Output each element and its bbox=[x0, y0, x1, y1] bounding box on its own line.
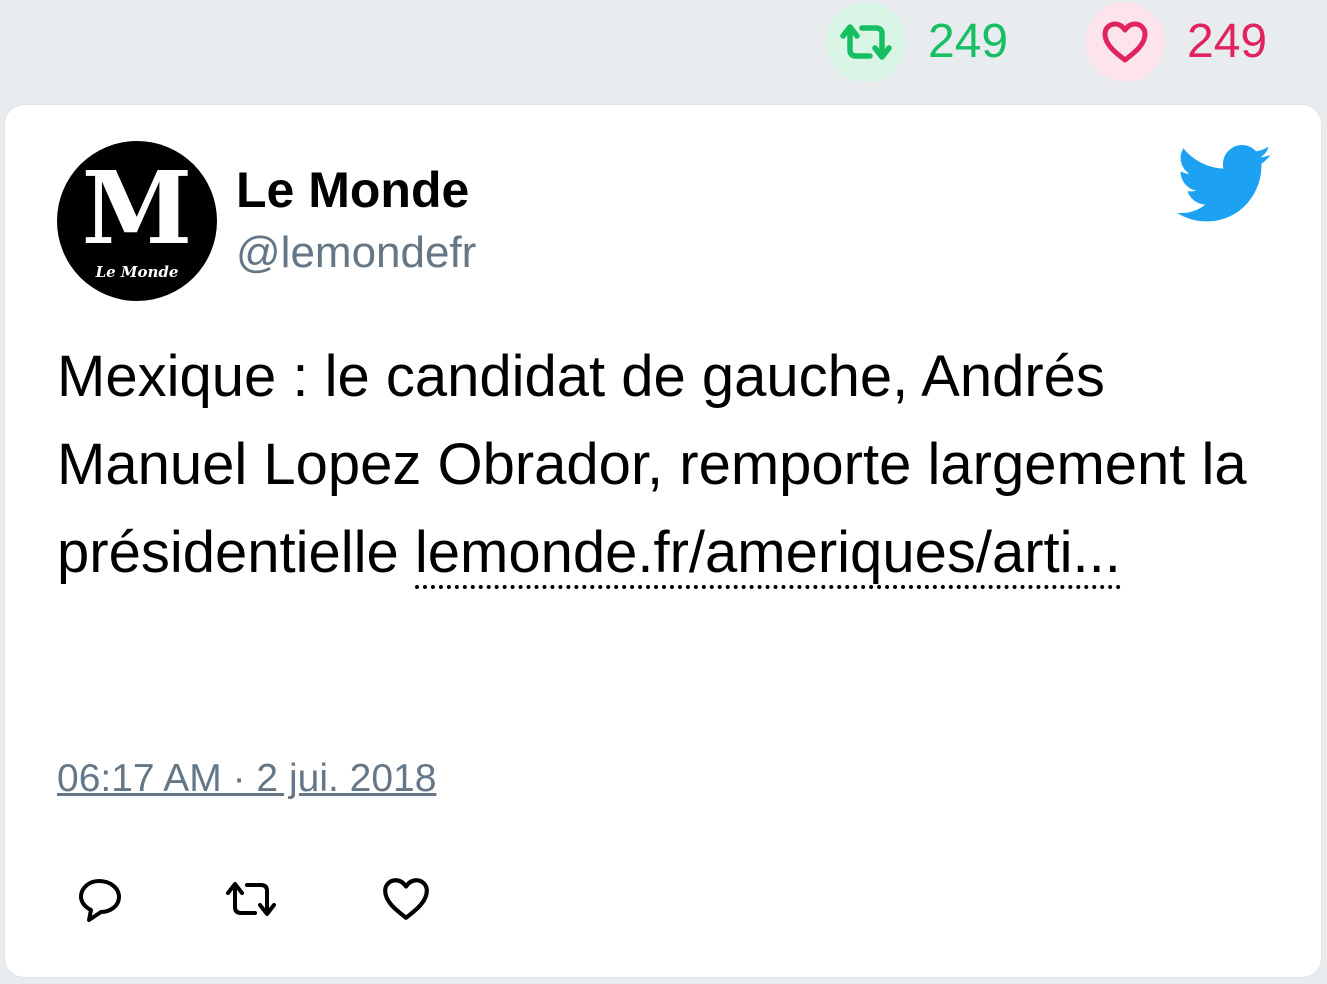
tweet-text: Mexique : le candidat de gauche, Andrés … bbox=[57, 333, 1287, 597]
tweet-stats-bar: 249 249 bbox=[0, 0, 1327, 100]
retweet-stat[interactable]: 249 bbox=[826, 2, 1008, 82]
retweet-stat-icon-circle[interactable] bbox=[826, 2, 906, 82]
twitter-bird-icon[interactable] bbox=[1175, 145, 1275, 230]
like-stat-icon-circle[interactable] bbox=[1085, 2, 1165, 82]
like-count: 249 bbox=[1187, 15, 1268, 68]
tweet-actions bbox=[5, 869, 1321, 939]
avatar[interactable]: M Le Monde bbox=[57, 141, 217, 301]
retweet-icon bbox=[226, 882, 276, 916]
author-name[interactable]: Le Monde bbox=[236, 165, 469, 215]
avatar-logo-text: Le Monde bbox=[95, 263, 179, 281]
le-monde-logo: M Le Monde bbox=[82, 149, 193, 281]
heart-icon bbox=[383, 878, 429, 920]
avatar-logo-letter: M bbox=[82, 149, 193, 267]
reply-icon bbox=[79, 879, 121, 922]
retweet-button[interactable] bbox=[221, 869, 281, 929]
retweet-icon bbox=[840, 24, 892, 60]
like-button[interactable] bbox=[376, 869, 436, 929]
tweet-card: M Le Monde Le Monde @lemondefr Mexique :… bbox=[4, 104, 1322, 978]
reply-button[interactable] bbox=[71, 869, 131, 929]
heart-icon bbox=[1102, 21, 1148, 63]
like-stat[interactable]: 249 bbox=[1085, 2, 1267, 82]
retweet-count: 249 bbox=[928, 15, 1009, 68]
tweet-timestamp[interactable]: 06:17 AM · 2 jui. 2018 bbox=[57, 759, 436, 798]
author-handle[interactable]: @lemondefr bbox=[236, 231, 476, 275]
tweet-link[interactable]: lemonde.fr/ameriques/arti... bbox=[414, 520, 1121, 589]
